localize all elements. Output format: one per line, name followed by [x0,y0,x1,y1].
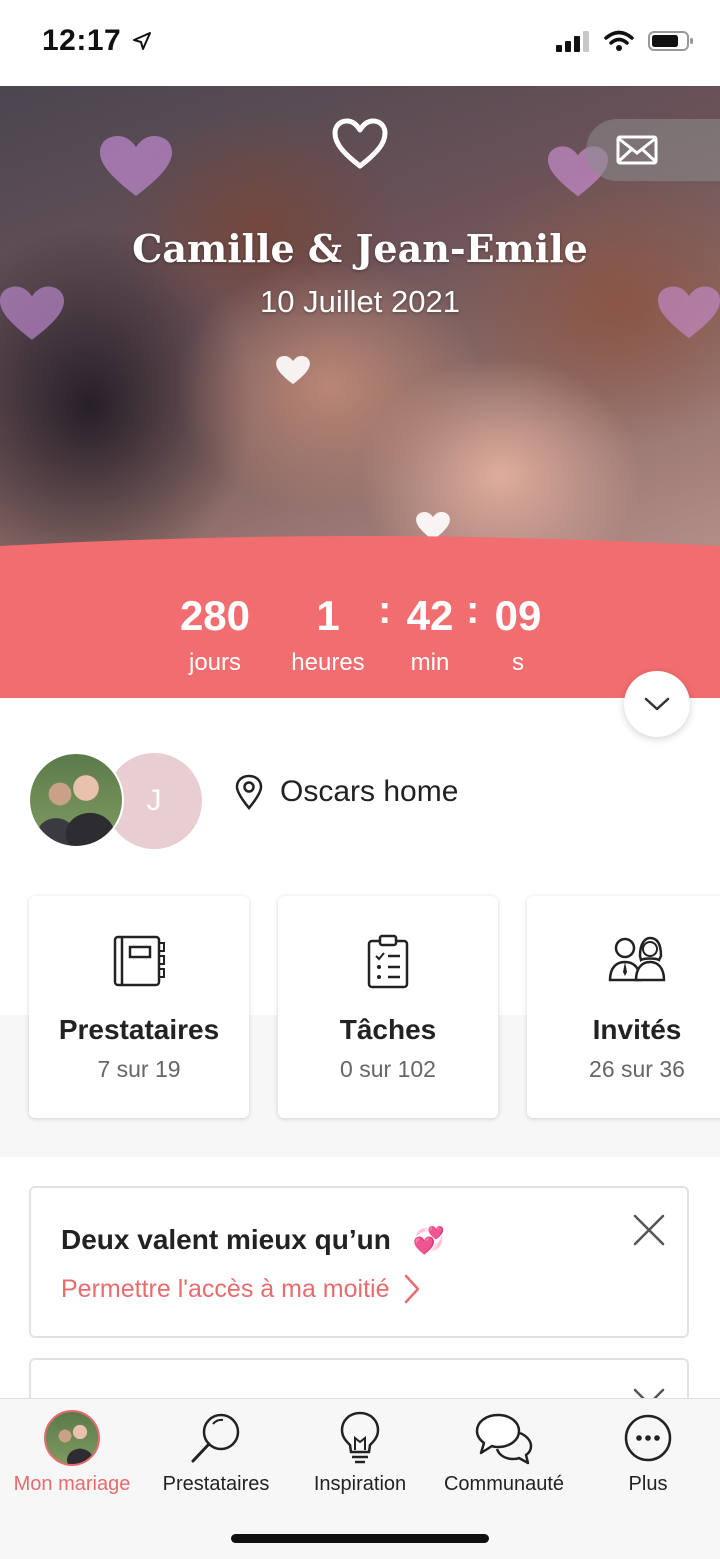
wedding-countdown: 280 jours 1 heures : 42 min : 09 s [0,536,720,698]
search-icon [191,1413,240,1463]
location-text: Oscars home [280,775,459,808]
status-bar: 12:17 [0,0,720,86]
location-pin-icon [235,774,263,810]
countdown-hours: 1 heures [278,592,378,678]
status-time: 12:17 [42,24,152,58]
card-title: Tâches [339,1014,437,1045]
notebook-icon [113,935,165,987]
card-progress: 7 sur 19 [97,1056,181,1082]
tab-prestataires[interactable]: Prestataires [144,1407,288,1496]
couple-names: Camille & Jean-Emile [132,226,588,271]
messages-button[interactable] [586,119,720,181]
partner-invite-banner: Deux valent mieux qu’un 💞 Permettre l'ac… [29,1186,689,1338]
tab-label: Plus [628,1473,668,1495]
countdown-days: 280 jours [165,592,265,678]
chevron-down-icon [644,697,670,711]
tab-mon-mariage[interactable]: Mon mariage [0,1407,144,1496]
guests-icon [608,936,666,982]
tab-inspiration[interactable]: Inspiration [288,1407,432,1496]
location-arrow-icon [133,32,152,50]
battery-icon [648,31,693,51]
bottom-tab-bar: Mon mariage Prestataires Inspiration Com… [0,1398,720,1559]
wifi-icon [604,30,634,51]
hearts-emoji: 💞 [412,1225,446,1255]
countdown-seconds-label: s [512,649,524,676]
couple-photo-hero: Camille & Jean-Emile 10 Juillet 2021 [0,86,720,556]
wedding-location[interactable]: Oscars home [234,774,458,810]
tab-label: Prestataires [162,1473,270,1495]
countdown-seconds-value: 09 [494,592,542,639]
more-icon [624,1414,672,1462]
countdown-minutes-value: 42 [406,592,454,639]
card-taches[interactable]: Tâches 0 sur 102 [278,896,498,1118]
wedding-date: 10 Juillet 2021 [260,284,460,319]
envelope-icon [616,135,658,165]
tab-communaute[interactable]: Communauté [432,1407,576,1496]
user-avatar[interactable] [28,752,124,848]
lightbulb-icon [340,1411,380,1464]
close-icon[interactable] [633,1214,665,1246]
tab-label: Mon mariage [13,1473,131,1495]
card-prestataires[interactable]: Prestataires 7 sur 19 [29,896,249,1118]
countdown-days-value: 280 [179,592,251,639]
grant-partner-access-link[interactable]: Permettre l'accès à ma moitié [61,1274,420,1304]
countdown-hours-value: 1 [316,592,340,639]
decorative-heart-icon [100,136,172,196]
tab-label: Communauté [443,1473,565,1495]
countdown-minutes-label: min [410,649,450,676]
expand-countdown-button[interactable] [624,671,690,737]
countdown-seconds: 09 s [468,592,568,678]
countdown-minutes: 42 min [380,592,480,678]
heart-outline-icon [332,118,388,169]
home-indicator [231,1534,489,1543]
avatar [44,1410,100,1466]
banner-title: Deux valent mieux qu’un 💞 [61,1224,446,1255]
chat-bubbles-icon [475,1413,533,1465]
tab-label: Inspiration [313,1473,407,1495]
countdown-hours-label: heures [291,649,365,676]
card-invites[interactable]: Invités 26 sur 36 [527,896,720,1118]
chevron-right-icon [404,1274,419,1304]
signal-icon [556,31,589,52]
countdown-days-label: jours [188,649,242,676]
card-progress: 0 sur 102 [340,1056,436,1082]
checklist-icon [367,934,409,989]
card-progress: 26 sur 36 [589,1056,685,1082]
card-title: Prestataires [58,1014,220,1045]
card-title: Invités [592,1014,682,1045]
tab-plus[interactable]: Plus [576,1407,720,1496]
decorative-heart-icon [276,356,310,385]
status-icons [556,30,694,52]
